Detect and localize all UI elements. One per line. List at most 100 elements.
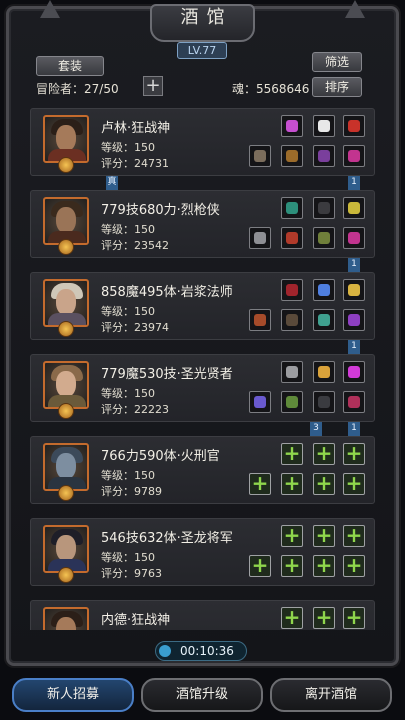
level-flag: 3 (310, 422, 322, 436)
equip-slot[interactable] (313, 391, 335, 413)
hero-card[interactable]: 779技680力·烈枪侠 等级：150 评分：23542 (30, 190, 375, 258)
recruit-timer: 00:10:36 (155, 641, 247, 661)
add-equip-slot[interactable] (281, 605, 303, 629)
add-equip-slot[interactable] (281, 441, 303, 465)
equip-slot[interactable] (281, 197, 303, 219)
add-equip-slot[interactable] (343, 471, 365, 495)
hero-name: 779魔530技·圣光贤者 (101, 367, 233, 382)
hero-name: 766力590体·火刑官 (101, 449, 220, 464)
add-equip-slot[interactable] (343, 441, 365, 465)
equip-slot[interactable] (249, 391, 271, 413)
equip-slot[interactable] (281, 227, 303, 249)
equip-slot[interactable] (281, 115, 303, 137)
add-equip-slot[interactable] (249, 553, 271, 577)
add-equip-slot[interactable] (281, 523, 303, 547)
sort-button[interactable]: 排序 (312, 77, 362, 97)
hero-level: 等级：150 (101, 305, 155, 318)
equip-slot[interactable] (343, 115, 365, 137)
hero-score: 评分：22223 (101, 403, 169, 416)
equip-slot[interactable] (249, 227, 271, 249)
equip-slot[interactable] (249, 309, 271, 331)
add-adventurer-button[interactable]: + (143, 76, 163, 96)
add-equip-slot[interactable] (343, 553, 365, 577)
add-equip-slot[interactable] (249, 471, 271, 495)
hero-level: 等级：150 (101, 551, 155, 564)
hero-portrait (43, 197, 89, 245)
hero-score: 评分：23974 (101, 321, 169, 334)
add-equip-slot[interactable] (343, 523, 365, 547)
hero-card[interactable]: 779魔530技·圣光贤者 等级：150 评分：22223 (30, 354, 375, 422)
hero-card[interactable]: 卢林·狂战神 等级：150 评分：24731 (30, 108, 375, 176)
equip-slot[interactable] (313, 309, 335, 331)
hero-level: 等级：150 (101, 223, 155, 236)
add-equip-slot[interactable] (313, 605, 335, 629)
equip-slot[interactable] (343, 227, 365, 249)
hero-portrait (43, 607, 89, 630)
equip-slot[interactable] (313, 145, 335, 167)
rank-gear-icon (58, 321, 74, 337)
rank-gear-icon (58, 157, 74, 173)
equip-slot[interactable] (313, 361, 335, 383)
upgrade-tavern-button[interactable]: 酒馆升级 (141, 678, 263, 712)
equip-slot[interactable] (313, 115, 335, 137)
hero-card[interactable]: 546技632体·圣龙将军 等级：150 评分：9763 (30, 518, 375, 586)
equip-slot[interactable] (343, 197, 365, 219)
hero-score: 评分：9763 (101, 567, 162, 580)
equip-slot[interactable] (343, 361, 365, 383)
hero-list[interactable]: 卢林·狂战神 等级：150 评分：24731 真 1 779技680力·烈枪侠 … (30, 108, 375, 630)
star-flag: 1 (348, 422, 360, 436)
equip-slot[interactable] (281, 279, 303, 301)
add-equip-slot[interactable] (313, 471, 335, 495)
equip-slot[interactable] (313, 227, 335, 249)
page-title: 酒馆 (180, 7, 233, 28)
adventurer-count: 冒险者：27/50 (36, 82, 119, 96)
equip-slot[interactable] (249, 145, 271, 167)
add-equip-slot[interactable] (281, 471, 303, 495)
leave-tavern-button[interactable]: 离开酒馆 (270, 678, 392, 712)
equip-slot[interactable] (281, 361, 303, 383)
hero-score: 评分：24731 (101, 157, 169, 170)
equip-slot[interactable] (313, 279, 335, 301)
equip-slot[interactable] (281, 309, 303, 331)
equip-slot[interactable] (281, 391, 303, 413)
equip-slot[interactable] (343, 279, 365, 301)
hero-name: 779技680力·烈枪侠 (101, 203, 220, 218)
equip-slot[interactable] (343, 145, 365, 167)
hero-portrait (43, 115, 89, 163)
rank-gear-icon (58, 567, 74, 583)
set-button[interactable]: 套装 (36, 56, 104, 76)
hero-name: 858魔495体·岩浆法师 (101, 285, 233, 300)
recruit-button[interactable]: 新人招募 (12, 678, 134, 712)
hero-card[interactable]: 858魔495体·岩浆法师 等级：150 评分：23974 (30, 272, 375, 340)
star-flag: 1 (348, 176, 360, 190)
title-plate: 酒馆 (150, 4, 255, 42)
add-equip-slot[interactable] (313, 523, 335, 547)
equip-slot[interactable] (281, 145, 303, 167)
add-equip-slot[interactable] (313, 441, 335, 465)
add-equip-slot[interactable] (313, 553, 335, 577)
add-equip-slot[interactable] (281, 553, 303, 577)
hero-name: 546技632体·圣龙将军 (101, 531, 233, 546)
hero-level: 等级：150 (101, 141, 155, 154)
frame-spike-left (40, 0, 60, 18)
hero-portrait (43, 361, 89, 409)
frame-spike-right (345, 0, 365, 18)
rank-gear-icon (58, 403, 74, 419)
tavern-level-badge: LV.77 (177, 42, 227, 59)
awaken-flag: 真 (106, 176, 118, 190)
equip-slot[interactable] (343, 391, 365, 413)
hero-name: 内德·狂战神 (101, 613, 171, 628)
hero-name: 卢林·狂战神 (101, 121, 171, 136)
timer-text: 00:10:36 (180, 644, 234, 658)
filter-button[interactable]: 筛选 (312, 52, 362, 72)
equip-slot[interactable] (343, 309, 365, 331)
hero-score: 评分：9789 (101, 485, 162, 498)
rank-gear-icon (58, 239, 74, 255)
hero-card[interactable]: 内德·狂战神 (30, 600, 375, 630)
rank-gear-icon (58, 485, 74, 501)
hero-card[interactable]: 766力590体·火刑官 等级：150 评分：9789 (30, 436, 375, 504)
add-equip-slot[interactable] (343, 605, 365, 629)
star-flag: 1 (348, 258, 360, 272)
star-flag: 1 (348, 340, 360, 354)
equip-slot[interactable] (313, 197, 335, 219)
